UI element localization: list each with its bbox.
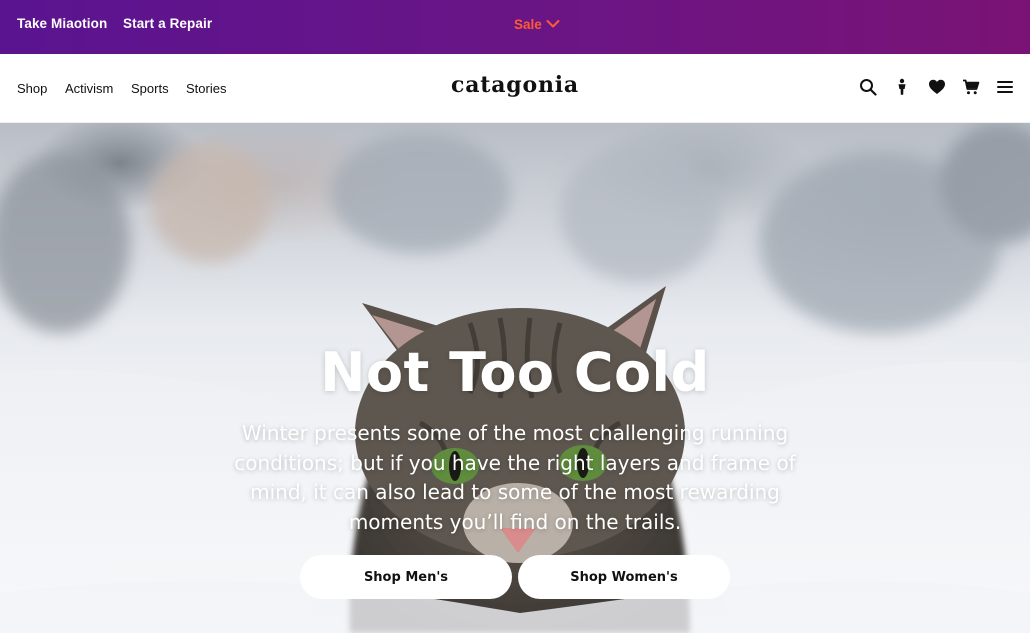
shop-womens-button[interactable]: Shop Women's <box>518 555 730 599</box>
sale-dropdown-toggle[interactable]: Sale <box>514 16 560 32</box>
person-icon[interactable] <box>893 78 911 96</box>
hero-title: Not Too Cold <box>320 341 710 404</box>
hero-banner: Not Too Cold Winter presents some of the… <box>0 123 1030 633</box>
nav-link-shop[interactable]: Shop <box>17 81 47 96</box>
menu-icon[interactable] <box>996 78 1014 96</box>
cart-icon[interactable] <box>962 78 980 96</box>
promo-link-take-miaotion[interactable]: Take Miaotion <box>17 16 107 31</box>
search-icon[interactable] <box>859 78 877 96</box>
promo-link-start-repair[interactable]: Start a Repair <box>123 16 212 31</box>
sale-label: Sale <box>514 17 542 32</box>
nav-link-stories[interactable]: Stories <box>186 81 226 96</box>
nav-link-activism[interactable]: Activism <box>65 81 113 96</box>
promo-bar: Take Miaotion Start a Repair Sale <box>0 0 1030 54</box>
hero-description: Winter presents some of the most challen… <box>234 421 796 534</box>
main-nav: Shop Activism Sports Stories catagonia <box>0 54 1030 123</box>
brand-logo[interactable]: catagonia <box>451 72 579 98</box>
chevron-down-icon <box>546 19 560 29</box>
heart-icon[interactable] <box>928 78 946 96</box>
hero-content: Not Too Cold Winter presents some of the… <box>0 123 1030 633</box>
nav-link-sports[interactable]: Sports <box>131 81 169 96</box>
shop-mens-button[interactable]: Shop Men's <box>300 555 512 599</box>
